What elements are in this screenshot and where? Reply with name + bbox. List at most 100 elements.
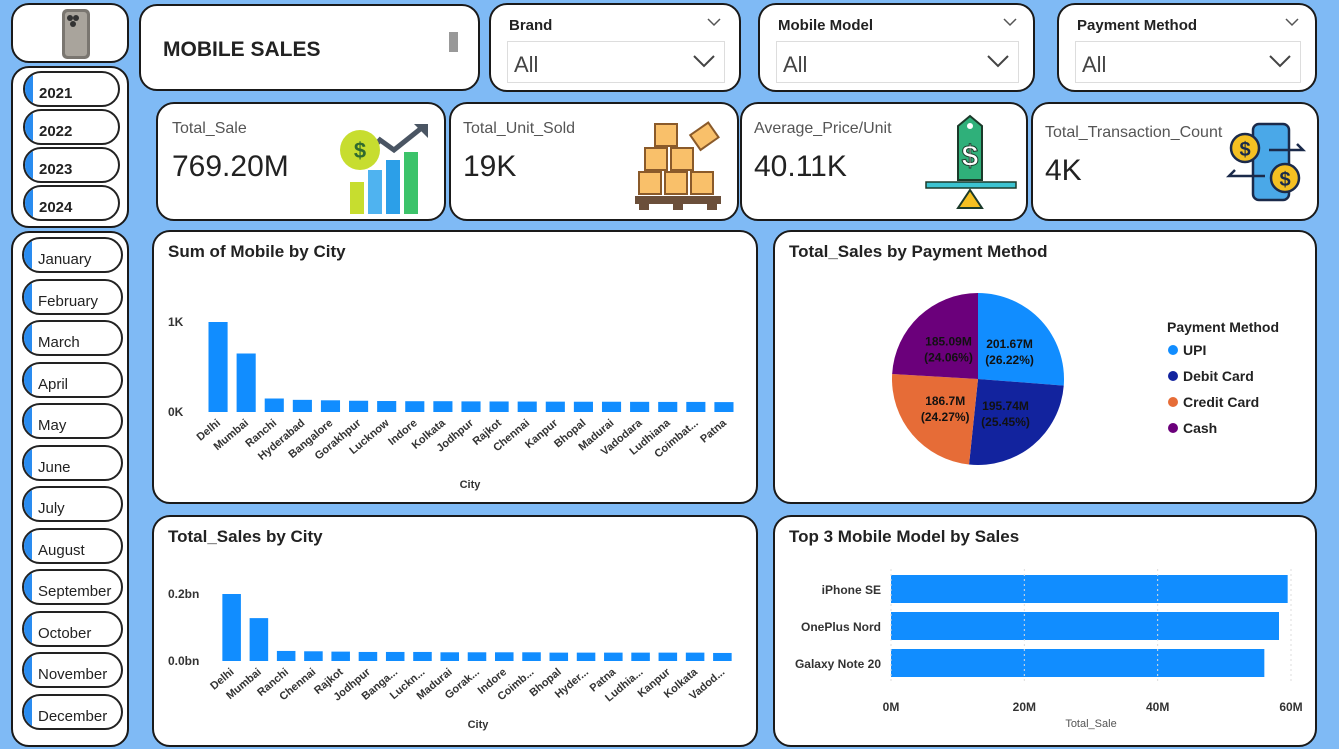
bar	[320, 400, 341, 412]
payment-method-card: Total_Sales by Payment Method 201.67M (26…	[773, 230, 1317, 504]
bar	[358, 651, 378, 661]
legend-label: Credit Card	[1183, 394, 1259, 410]
month-option-october[interactable]: October	[22, 610, 123, 647]
payment-method-dropdown[interactable]: All	[1075, 41, 1301, 83]
money-exchange-icon: $ $	[1225, 122, 1307, 202]
x-tick-label: 20M	[1013, 700, 1036, 714]
bar	[891, 612, 1279, 640]
bar	[658, 401, 678, 412]
year-option-2021[interactable]: 2021	[23, 71, 120, 107]
selection-indicator	[25, 187, 33, 219]
bar	[377, 401, 397, 412]
selection-indicator	[24, 446, 32, 479]
bar	[517, 401, 537, 412]
brand-dropdown[interactable]: All	[507, 41, 725, 83]
chevron-down-icon[interactable]	[707, 17, 721, 27]
month-option-june[interactable]: June	[22, 444, 123, 481]
month-option-december[interactable]: December	[22, 693, 123, 730]
selection-indicator	[24, 571, 32, 603]
year-option-2022[interactable]: 2022	[23, 109, 120, 145]
bar	[686, 401, 706, 412]
year-option-2023[interactable]: 2023	[23, 147, 120, 183]
bar	[385, 651, 405, 661]
month-option-label: February	[38, 292, 99, 310]
selection-indicator	[24, 363, 32, 396]
bar	[604, 652, 623, 661]
kpi-value: 19K	[463, 150, 517, 183]
selection-indicator	[24, 239, 32, 271]
month-option-label: October	[38, 624, 92, 642]
month-option-label: April	[38, 375, 69, 393]
legend-label: Cash	[1183, 420, 1217, 436]
x-tick-label: Patna	[698, 417, 729, 446]
bar	[522, 652, 541, 661]
legend-title: Payment Method	[1167, 319, 1279, 335]
bar	[713, 652, 732, 661]
y-tick-label: 0.2bn	[168, 587, 199, 601]
x-tick-label: 0M	[883, 700, 900, 714]
selection-indicator	[24, 405, 32, 437]
bar	[601, 401, 622, 412]
month-option-label: March	[38, 334, 80, 351]
month-option-january[interactable]: January	[22, 237, 123, 273]
chevron-down-icon[interactable]	[1003, 17, 1017, 27]
month-option-may[interactable]: May	[22, 403, 123, 439]
month-option-april[interactable]: April	[22, 361, 123, 398]
kpi-label: Total_Sale	[172, 120, 247, 137]
bar	[891, 575, 1288, 603]
month-option-july[interactable]: July	[22, 486, 123, 522]
chevron-down-icon	[693, 55, 715, 68]
mobile-by-city-card: Sum of Mobile by City 1K 0K Delhi Mumbai Ran…	[152, 230, 758, 504]
bar	[631, 652, 650, 661]
selection-indicator	[24, 322, 32, 354]
bar	[891, 649, 1265, 677]
month-option-label: July	[38, 500, 65, 517]
scroll-handle[interactable]	[449, 32, 458, 52]
data-label: (26.22%)	[985, 353, 1034, 367]
month-option-february[interactable]: February	[22, 278, 123, 315]
bar	[461, 401, 481, 412]
page-title: MOBILE SALES	[163, 38, 321, 61]
selection-indicator	[25, 73, 33, 105]
svg-text:$: $	[962, 140, 979, 173]
svg-text:$: $	[354, 138, 366, 163]
legend-marker	[1168, 371, 1178, 381]
bar	[304, 651, 323, 661]
year-option-2024[interactable]: 2024	[23, 185, 120, 221]
price-tag-scale-icon: $	[925, 114, 1017, 209]
bar	[292, 399, 312, 412]
x-axis-label: City	[460, 479, 482, 491]
month-option-label: November	[38, 666, 108, 683]
title-card: MOBILE SALES	[139, 4, 480, 91]
bar	[222, 594, 241, 661]
bar	[440, 652, 460, 661]
bar	[545, 401, 565, 412]
bar	[685, 652, 705, 661]
legend-marker	[1168, 423, 1178, 433]
x-tick-label: 40M	[1146, 700, 1169, 714]
kpi-total-unit-sold: Total_Unit_Sold 19K	[449, 102, 739, 221]
mobile-model-dropdown[interactable]: All	[776, 41, 1019, 83]
month-option-label: August	[38, 541, 85, 559]
legend-label: Debit Card	[1183, 368, 1254, 384]
svg-text:$: $	[1239, 139, 1250, 161]
payment-method-filter: Payment Method All	[1057, 3, 1317, 92]
phone-image-icon	[62, 9, 90, 59]
chevron-down-icon	[987, 55, 1009, 68]
x-tick-label: 60M	[1279, 700, 1302, 714]
mobile-model-dropdown-value: All	[783, 52, 808, 77]
month-option-label: May	[38, 417, 67, 434]
bar	[264, 398, 284, 412]
phone-logo-card	[11, 3, 129, 63]
chevron-down-icon[interactable]	[1285, 17, 1299, 27]
month-option-september[interactable]: September	[22, 569, 123, 605]
month-option-august[interactable]: August	[22, 527, 123, 564]
mobile-by-city-chart: 1K0KDelhiMumbaiRanchiHyderabadBangaloreG…	[168, 315, 734, 491]
bar	[630, 401, 650, 412]
month-option-label: January	[38, 251, 92, 268]
brand-filter: Brand All	[489, 3, 741, 92]
month-option-november[interactable]: November	[22, 652, 123, 688]
bar	[467, 652, 487, 661]
month-option-march[interactable]: March	[22, 320, 123, 356]
selection-indicator	[24, 280, 32, 313]
